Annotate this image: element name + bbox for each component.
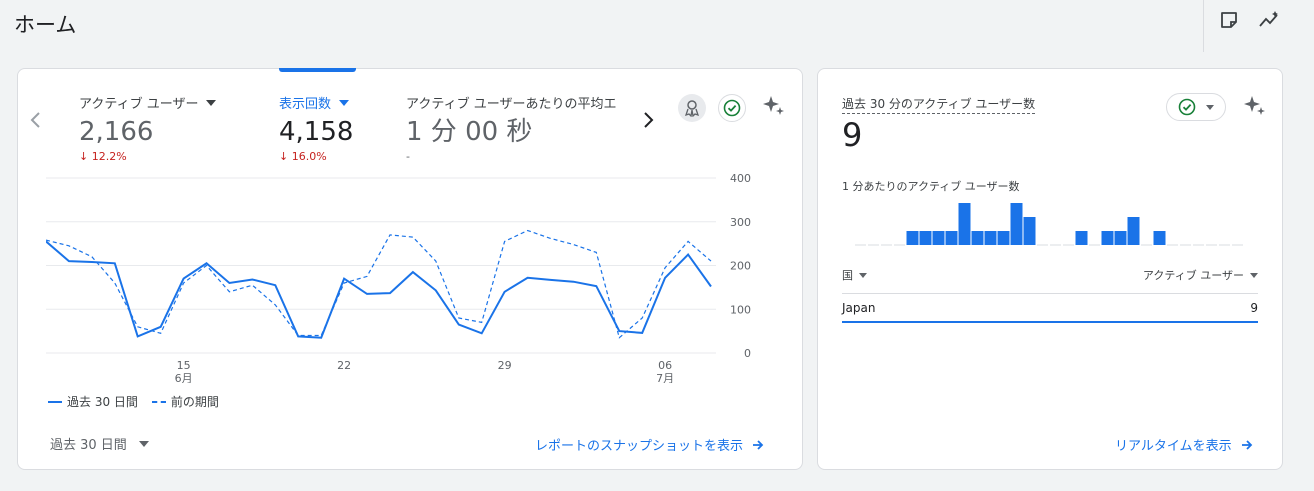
realtime-title[interactable]: 過去 30 分のアクティブ ユーザー数 [842,95,1036,114]
insights-icon[interactable] [1258,9,1280,31]
caret-down-icon [206,99,217,106]
metric-change: 16.0% [291,150,327,163]
y-tick-label: 300 [730,216,751,229]
realtime-status-dropdown[interactable] [1166,93,1226,121]
country-column-header[interactable]: 国 [842,267,867,283]
page-title: ホーム [14,13,77,37]
arrow-right-icon [1241,439,1252,450]
views-line-chart: 0 100 200 300 400 156月 22 29 067月 [46,173,751,383]
minute-bar[interactable] [1127,217,1140,245]
snapshot-report-link[interactable]: レポートのスナップショットを表示 [535,435,765,454]
metric-avg-engagement[interactable]: アクティブ ユーザーあたりの平均エ 1 分 00 秒 - [406,93,616,163]
metric-value: 4,158 [279,117,354,147]
realtime-value: 9 [842,116,863,154]
x-tick-label: 22 [337,359,351,372]
per-minute-bar-chart [855,203,1243,246]
realtime-per-minute-label: 1 分あたりのアクティブ ユーザー数 [842,180,1020,193]
minute-bar[interactable] [1114,231,1127,245]
metric-label: アクティブ ユーザー [79,97,199,112]
minute-bar[interactable] [919,231,932,245]
x-tick-label: 06 [658,359,672,372]
caret-down-icon [1250,272,1258,278]
active-metric-indicator [279,68,356,72]
table-divider [842,293,1258,294]
legend-solid-line [48,400,62,403]
series-current-line [46,240,712,339]
x-tick-month-label: 6月 [175,372,193,383]
chevron-right-icon[interactable] [638,109,658,131]
realtime-table-header: 国 アクティブ ユーザー [842,267,1258,283]
realtime-link[interactable]: リアルタイムを表示 [1115,435,1254,454]
minute-bar[interactable] [932,231,945,245]
arrow-down-icon: ↓ [79,150,89,163]
header-divider [1203,0,1204,52]
metric-label: 表示回数 [279,97,332,112]
y-tick-label: 200 [730,260,751,273]
chevron-left-icon[interactable] [26,109,46,131]
minute-bar[interactable] [984,231,997,245]
award-icon[interactable] [678,94,706,122]
legend-dashed-line [151,400,166,403]
x-tick-month-label: 7月 [656,372,674,383]
overview-card: アクティブ ユーザー 2,166 ↓ 12.2% 表示回数 4,158 ↓ 16… [17,68,803,470]
minute-bar[interactable] [1023,217,1036,245]
caret-down-icon [339,99,350,106]
metric-label: アクティブ ユーザーあたりの平均エ [406,97,617,112]
caret-down-icon [859,272,867,278]
legend-current: 過去 30 日間 [67,395,138,409]
minute-bar[interactable] [1153,231,1166,245]
y-tick-label: 400 [730,173,751,185]
metric-active-users[interactable]: アクティブ ユーザー 2,166 ↓ 12.2% [79,93,217,163]
minute-bar[interactable] [971,231,984,245]
metric-value: 1 分 00 秒 [406,117,533,147]
arrow-down-icon: ↓ [279,150,289,163]
legend-previous: 前の期間 [170,395,219,409]
caret-down-icon [138,440,149,447]
minute-bar[interactable] [1010,203,1023,245]
users-cell: 9 [1250,301,1258,315]
minute-bar[interactable] [958,203,971,245]
series-previous-line [46,229,712,339]
minute-bar[interactable] [945,231,958,245]
date-range-select[interactable]: 過去 30 日間 [50,434,149,453]
table-row[interactable]: Japan 9 [842,301,1258,315]
country-cell: Japan [842,301,876,315]
metric-views[interactable]: 表示回数 4,158 ↓ 16.0% [279,93,353,163]
x-tick-label: 29 [498,359,512,372]
metric-value: 2,166 [79,117,154,147]
check-circle-icon[interactable] [718,94,746,122]
note-icon[interactable] [1218,9,1240,31]
arrow-right-icon [753,439,764,450]
users-column-header[interactable]: アクティブ ユーザー [1143,267,1258,283]
check-circle-icon [1178,98,1196,116]
metric-change: 12.2% [91,150,127,163]
caret-down-icon [1206,104,1214,110]
date-range-label: 過去 30 日間 [50,438,127,453]
minute-bar[interactable] [997,231,1010,245]
minute-bar[interactable] [906,231,919,245]
y-tick-label: 0 [744,347,751,360]
realtime-card: 過去 30 分のアクティブ ユーザー数 9 1 分あたりのアクティブ ユーザー数… [817,68,1283,470]
sparkle-icon[interactable] [761,93,787,119]
x-tick-label: 15 [177,359,191,372]
metric-change: - [406,150,410,163]
y-tick-label: 100 [730,303,751,316]
snapshot-link-label: レポートのスナップショットを表示 [535,439,744,454]
sparkle-icon[interactable] [1242,93,1268,119]
row-value-bar [842,321,1258,323]
chart-legend: 過去 30 日間 前の期間 [48,393,227,410]
minute-bar[interactable] [1075,231,1088,245]
minute-bar[interactable] [1101,231,1114,245]
realtime-link-label: リアルタイムを表示 [1115,439,1232,454]
